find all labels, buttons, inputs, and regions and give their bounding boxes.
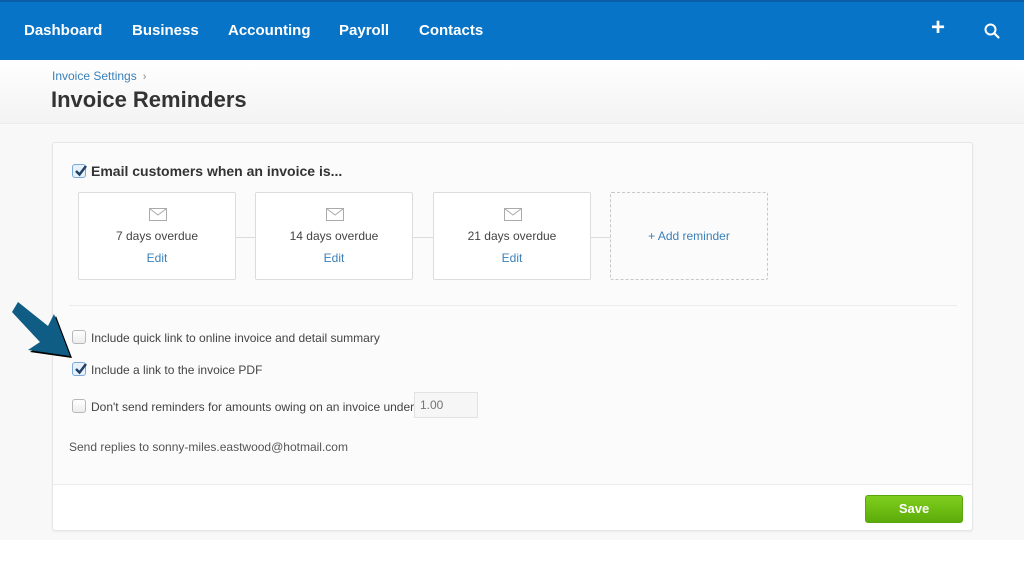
min-amount-input[interactable] <box>414 392 478 418</box>
reminder-label: 7 days overdue <box>115 229 199 243</box>
pdf-link-checkbox[interactable] <box>72 362 87 376</box>
connector-line <box>413 237 433 238</box>
reminder-label: 14 days overdue <box>289 229 379 243</box>
nav-accounting[interactable]: Accounting <box>228 22 311 39</box>
reminders-card: Email customers when an invoice is... 7 … <box>52 142 973 531</box>
divider <box>69 305 957 306</box>
min-amount-checkbox[interactable] <box>72 399 86 413</box>
connector-line <box>236 237 256 238</box>
reminder-card: 14 days overdue Edit <box>255 192 413 280</box>
reminder-edit-link[interactable]: Edit <box>256 251 412 265</box>
plus-icon[interactable]: + <box>931 16 945 40</box>
pdf-link-label: Include a link to the invoice PDF <box>91 363 263 377</box>
page-title: Invoice Reminders <box>51 87 247 112</box>
reminder-edit-link[interactable]: Edit <box>434 251 590 265</box>
breadcrumb: Invoice Settings › <box>52 69 146 83</box>
reminder-edit-link[interactable]: Edit <box>79 251 235 265</box>
nav-contacts[interactable]: Contacts <box>419 22 483 39</box>
quick-link-checkbox[interactable] <box>72 330 86 344</box>
reminder-label: 21 days overdue <box>467 229 557 243</box>
card-footer <box>53 484 972 530</box>
breadcrumb-invoice-settings[interactable]: Invoice Settings <box>52 69 137 83</box>
nav-payroll[interactable]: Payroll <box>339 22 389 39</box>
quick-link-label: Include quick link to online invoice and… <box>91 331 380 345</box>
connector-line <box>591 237 611 238</box>
mail-icon <box>149 208 167 221</box>
page-header: Invoice Settings › Invoice Reminders <box>0 60 1024 124</box>
search-icon[interactable] <box>983 22 1001 40</box>
nav-dashboard[interactable]: Dashboard <box>24 22 102 39</box>
min-amount-label: Don't send reminders for amounts owing o… <box>91 400 415 414</box>
mail-icon <box>504 208 522 221</box>
add-reminder-button[interactable]: + Add reminder <box>610 192 768 280</box>
top-navigation: Dashboard Business Accounting Payroll Co… <box>0 0 1024 60</box>
reminders-heading: Email customers when an invoice is... <box>91 163 343 179</box>
mail-icon <box>326 208 344 221</box>
annotation-arrow-icon <box>12 302 72 358</box>
reminder-card: 21 days overdue Edit <box>433 192 591 280</box>
email-customers-checkbox[interactable] <box>72 164 87 178</box>
save-button[interactable]: Save <box>865 495 963 523</box>
send-replies-text: Send replies to sonny-miles.eastwood@hot… <box>69 440 348 454</box>
breadcrumb-separator: › <box>142 71 147 83</box>
nav-business[interactable]: Business <box>132 22 199 39</box>
reminder-card: 7 days overdue Edit <box>78 192 236 280</box>
